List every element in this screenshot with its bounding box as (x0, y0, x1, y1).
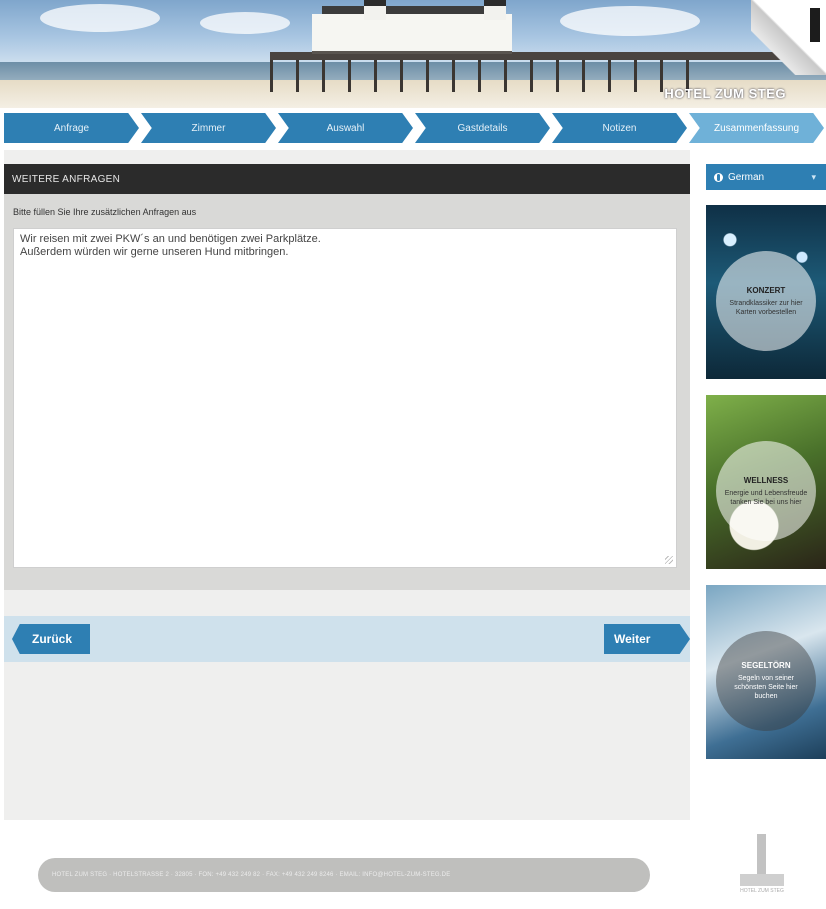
footer: HOTEL ZUM STEG · HOTELSTRASSE 2 · 32805 … (0, 820, 826, 909)
resize-grip-icon[interactable] (665, 556, 673, 564)
footer-logo: HOTEL ZUM STEG (740, 834, 784, 900)
textarea-line-2: Außerdem würden wir gerne unseren Hund m… (20, 246, 289, 258)
header-banner: HOTEL ZUM STEG (0, 0, 826, 108)
globe-icon (714, 172, 723, 182)
promo-title: SEGELTÖRN (741, 661, 791, 670)
panel-title: WEITERE ANFRAGEN (4, 164, 690, 194)
navigation-button-bar: Zurück Weiter (4, 616, 690, 662)
promo-title: WELLNESS (743, 475, 789, 485)
language-label: German (728, 171, 765, 183)
promo-title: KONZERT (746, 285, 786, 295)
promo-text: Energie und Lebensfreude tanken Sie bei … (724, 489, 808, 506)
step-gastdetails[interactable]: Gastdetails (415, 113, 550, 143)
step-zimmer[interactable]: Zimmer (141, 113, 276, 143)
pier-house-image (312, 14, 512, 54)
hotel-logo-text: HOTEL ZUM STEG (664, 86, 786, 101)
textarea-line-1: Wir reisen mit zwei PKW´s an und benötig… (20, 233, 321, 245)
promo-text: Strandklassiker zur hier Karten vorbeste… (729, 299, 803, 316)
promo-wellness[interactable]: WELLNESS Energie und Lebensfreude tanken… (706, 395, 826, 569)
step-auswahl[interactable]: Auswahl (278, 113, 413, 143)
chevron-down-icon: ▾ (811, 171, 816, 182)
next-button[interactable]: Weiter (604, 624, 690, 654)
booking-steps: Anfrage Zimmer Auswahl Gastdetails Notiz… (4, 113, 826, 143)
step-notizen[interactable]: Notizen (552, 113, 687, 143)
main-content: WEITERE ANFRAGEN Bitte füllen Sie Ihre z… (4, 150, 690, 820)
promo-text: Segeln von seiner schönsten Seite hier b… (734, 675, 798, 700)
language-select[interactable]: German ▾ (706, 164, 826, 190)
footer-logo-caption: HOTEL ZUM STEG (740, 888, 784, 894)
promo-circle: KONZERT Strandklassiker zur hier Karten … (716, 251, 816, 351)
step-anfrage[interactable]: Anfrage (4, 113, 139, 143)
promo-segeltoern[interactable]: SEGELTÖRN Segeln von seiner schönsten Se… (706, 585, 826, 759)
step-zusammenfassung[interactable]: Zusammenfassung (689, 113, 824, 143)
back-button[interactable]: Zurück (12, 624, 90, 654)
requests-textarea[interactable]: Wir reisen mit zwei PKW´s an und benötig… (13, 228, 677, 568)
panel-instruction: Bitte füllen Sie Ihre zusätzlichen Anfra… (13, 207, 197, 217)
footer-contact: HOTEL ZUM STEG · HOTELSTRASSE 2 · 32805 … (38, 858, 650, 892)
promo-circle: SEGELTÖRN Segeln von seiner schönsten Se… (716, 631, 816, 731)
requests-panel: WEITERE ANFRAGEN Bitte füllen Sie Ihre z… (4, 164, 690, 590)
promo-konzert[interactable]: KONZERT Strandklassiker zur hier Karten … (706, 205, 826, 379)
lighthouse-icon (810, 8, 820, 42)
promo-circle: WELLNESS Energie und Lebensfreude tanken… (716, 441, 816, 541)
